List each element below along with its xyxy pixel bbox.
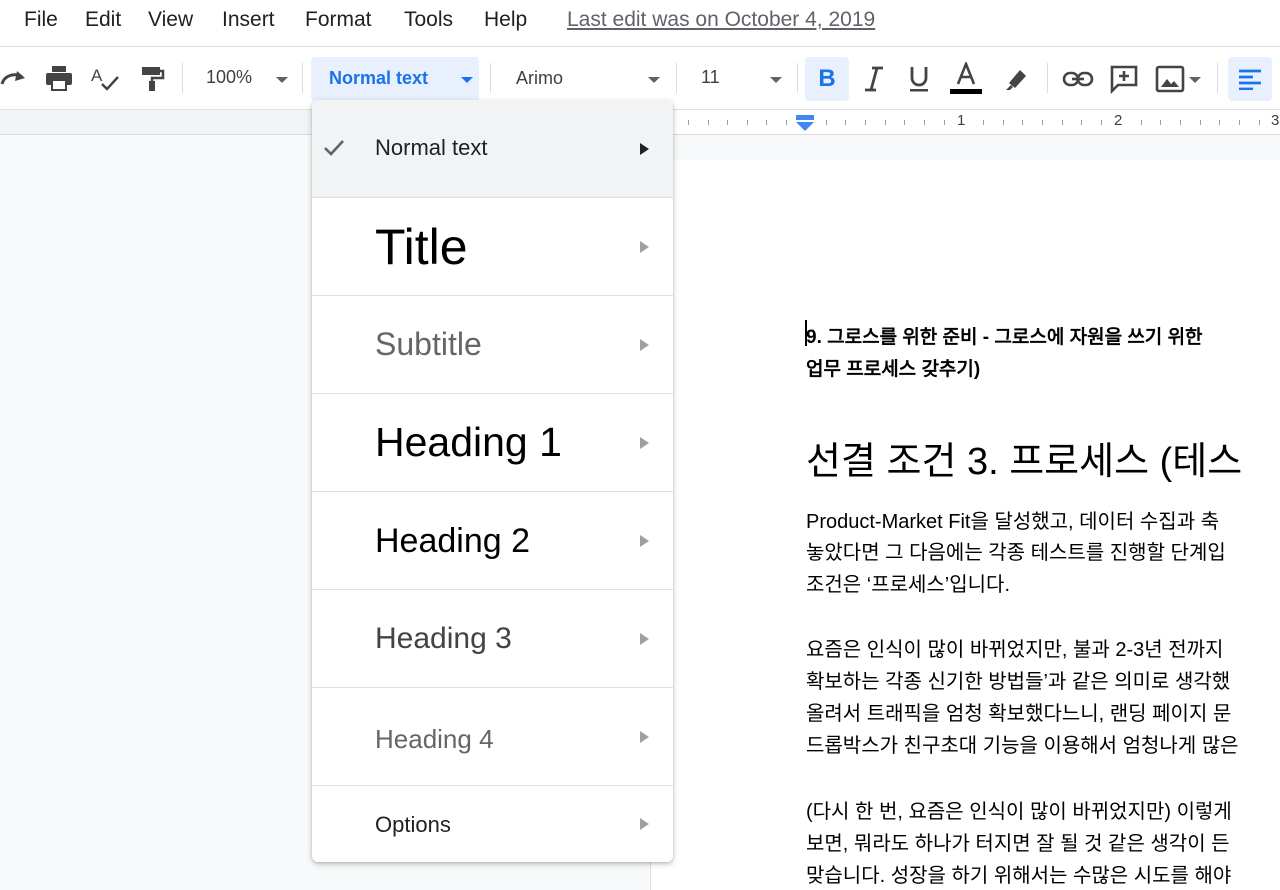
style-option-label: Heading 1 (375, 419, 562, 465)
style-option-label: Heading 4 (375, 724, 494, 754)
menu-bar: File Edit View Insert Format Tools Help … (0, 0, 1280, 47)
doc-para2-line-2: 확보하는 각종 신기한 방법들’과 같은 의미로 생각했 (806, 671, 1231, 693)
style-option-heading-1[interactable]: Heading 1 (312, 394, 673, 492)
doc-section-title: 선결 조건 3. 프로세스 (테스 (806, 441, 1243, 483)
svg-text:A: A (91, 66, 103, 85)
style-option-options[interactable]: Options (312, 786, 673, 862)
style-option-label: Heading 2 (375, 522, 531, 560)
spellcheck-icon[interactable]: A (90, 64, 120, 92)
print-icon[interactable] (44, 64, 74, 92)
font-caret-icon (648, 77, 660, 83)
italic-icon[interactable] (852, 57, 896, 101)
doc-para3-line-3: 맞습니다. 성장을 하기 위해서는 수많은 시도를 해야 (806, 865, 1232, 887)
font-size-caret-icon (770, 77, 782, 83)
text-color-icon[interactable] (944, 57, 988, 101)
ruler-mark-1: 1 (957, 112, 966, 129)
menu-help[interactable]: Help (484, 8, 527, 32)
style-caret-icon (461, 77, 473, 83)
doc-para1-line-1: Product-Market Fit을 달성했고, 데이터 수집과 축 (806, 511, 1220, 533)
menu-tools[interactable]: Tools (404, 8, 453, 32)
submenu-arrow-icon (640, 730, 649, 743)
bold-icon: B (818, 65, 836, 92)
ruler-mark-3: 3 (1271, 112, 1280, 129)
menu-insert[interactable]: Insert (222, 8, 275, 32)
indent-marker-icon[interactable] (795, 114, 815, 137)
menu-format[interactable]: Format (305, 8, 372, 32)
paint-format-icon[interactable] (138, 64, 166, 92)
submenu-arrow-icon (640, 534, 649, 547)
link-icon[interactable] (1058, 57, 1098, 101)
doc-para2-line-1: 요즘은 인식이 많이 바뀌었지만, 불과 2-3년 전까지 (806, 639, 1224, 661)
menu-edit[interactable]: Edit (85, 8, 121, 32)
submenu-arrow-icon (640, 632, 649, 645)
zoom-caret-icon (276, 77, 288, 83)
style-option-subtitle[interactable]: Subtitle (312, 296, 673, 394)
align-left-icon (1228, 57, 1272, 101)
style-option-label: Normal text (375, 135, 488, 160)
image-icon[interactable] (1150, 57, 1190, 101)
last-edit-link[interactable]: Last edit was on October 4, 2019 (567, 8, 875, 32)
doc-para3-line-2: 보면, 뭐라도 하나가 터지면 잘 될 것 같은 생각이 든 (806, 833, 1230, 855)
doc-para2-line-3: 올려서 트래픽을 엄청 확보했다느니, 랜딩 페이지 문 (806, 703, 1232, 725)
highlight-icon[interactable] (994, 57, 1038, 101)
font-size-select[interactable]: 11 (701, 67, 720, 88)
doc-heading-line-2: 업무 프로세스 갖추기) (806, 359, 981, 380)
style-option-heading-2[interactable]: Heading 2 (312, 492, 673, 590)
image-caret-icon (1189, 77, 1201, 83)
doc-para3-line-1: (다시 한 번, 요즘은 인식이 많이 바뀌었지만) 이렇게 (806, 801, 1232, 823)
style-option-label: Options (375, 812, 451, 837)
submenu-arrow-icon (640, 436, 649, 449)
submenu-arrow-icon (640, 142, 649, 155)
style-option-label: Heading 3 (375, 622, 512, 655)
style-option-heading-3[interactable]: Heading 3 (312, 590, 673, 688)
menu-view[interactable]: View (148, 8, 193, 32)
font-select[interactable]: Arimo (516, 68, 563, 89)
style-option-label: Subtitle (375, 326, 482, 362)
submenu-arrow-icon (640, 818, 649, 830)
doc-heading-line-1: 9. 그로스를 위한 준비 - 그로스에 자원을 쓰기 위한 (806, 327, 1203, 348)
style-select-label: Normal text (329, 68, 429, 88)
underline-icon[interactable] (897, 57, 941, 101)
check-icon (324, 140, 344, 156)
doc-para2-line-4: 드롭박스가 친구초대 기능을 이용해서 엄청나게 많은 (806, 735, 1239, 757)
style-option-label: Title (375, 219, 468, 275)
style-option-heading-4[interactable]: Heading 4 (312, 688, 673, 786)
redo-icon[interactable] (0, 66, 28, 90)
doc-para1-line-3: 조건은 ‘프로세스’입니다. (806, 574, 1010, 596)
comment-icon[interactable] (1104, 57, 1144, 101)
zoom-select[interactable]: 100% (206, 67, 252, 88)
style-option-title[interactable]: Title (312, 198, 673, 296)
doc-para1-line-2: 놓았다면 그 다음에는 각종 테스트를 진행할 단계입 (806, 542, 1226, 564)
style-option-normal-text[interactable]: Normal text (312, 100, 673, 198)
submenu-arrow-icon (640, 240, 649, 253)
ruler-mark-2: 2 (1114, 112, 1123, 129)
menu-file[interactable]: File (24, 8, 58, 32)
submenu-arrow-icon (640, 338, 649, 351)
paragraph-style-menu: Normal text Title Subtitle Heading 1 Hea… (312, 100, 673, 862)
